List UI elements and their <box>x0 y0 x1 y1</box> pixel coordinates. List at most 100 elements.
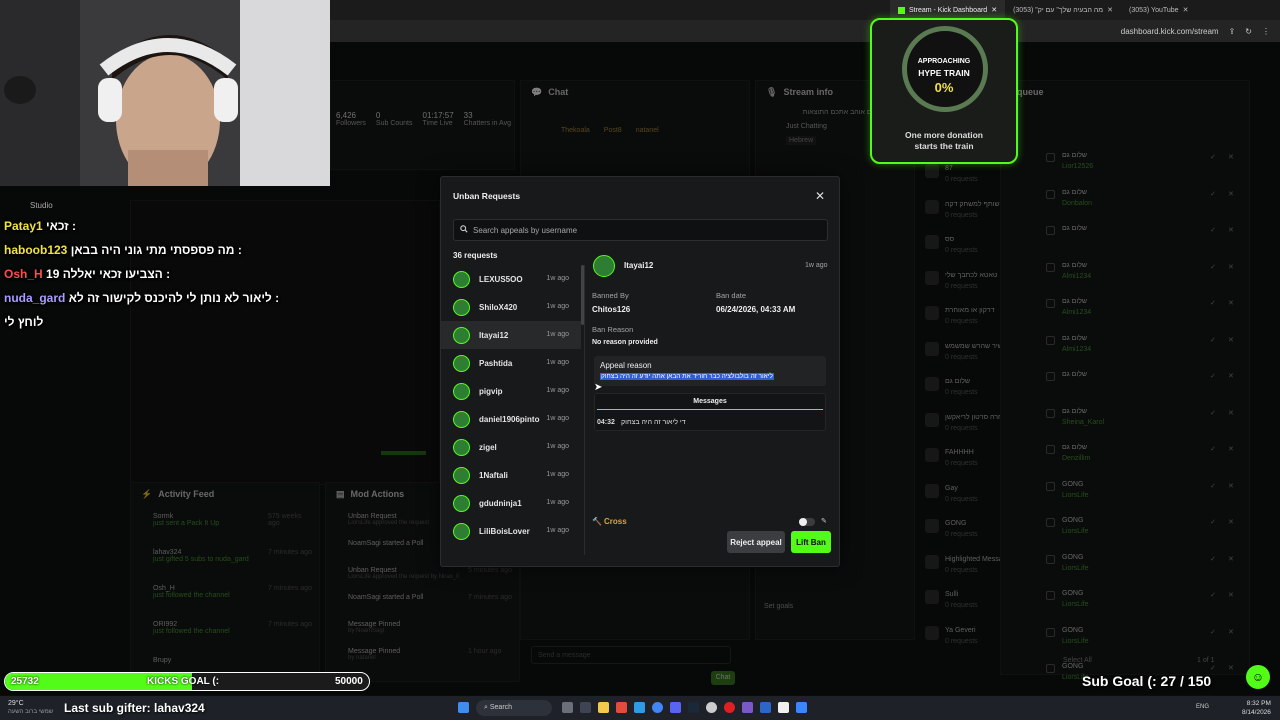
clock[interactable]: 8:32 PM 8/14/2026 <box>1242 699 1271 717</box>
last-sub-gifter: Last sub gifter: lahav324 <box>64 701 205 715</box>
studio-label: Studio <box>30 201 53 210</box>
tab-youtube-1[interactable]: (3053) "מה הבעיה שלך" עם יק ✕ <box>1005 0 1121 20</box>
youtube-icon[interactable] <box>724 702 735 713</box>
kicks-label: KICKS GOAL (: <box>147 676 220 687</box>
chrome-icon[interactable] <box>652 702 663 713</box>
app-icon[interactable] <box>742 702 753 713</box>
kicks-current: 25732 <box>11 676 39 687</box>
request-username: gdudninja1 <box>479 499 522 508</box>
file-explorer-icon[interactable] <box>598 702 609 713</box>
request-username: pigvip <box>479 387 503 396</box>
share-icon[interactable]: ⇪ <box>1229 27 1236 36</box>
request-list[interactable]: LEXUS5OO 1w ago ShiloX420 1w ago Itayai12 1w … <box>441 265 583 555</box>
request-time: 1w ago <box>546 331 569 338</box>
edge-icon[interactable] <box>634 702 645 713</box>
chat-fab-icon[interactable]: ☺ <box>1246 665 1270 689</box>
switch-knob <box>799 518 807 526</box>
request-list-item[interactable]: daniel1906pinto 1w ago <box>441 405 581 433</box>
appeal-reason-label: Appeal reason <box>600 361 652 370</box>
kicks-goal-bar: 25732 KICKS GOAL (: 50000 <box>4 672 370 691</box>
avatar <box>453 271 470 288</box>
hype-percent: 0% <box>934 80 954 95</box>
tab-label: (3053) "מה הבעיה שלך" עם יק <box>1013 6 1104 14</box>
request-list-item[interactable]: LiliBoisLover 1w ago <box>441 517 581 545</box>
cross-switch[interactable] <box>799 518 815 526</box>
overlay-chat-user: nuda_gard <box>4 291 66 305</box>
search-field[interactable] <box>453 219 828 241</box>
tab-close-icon[interactable]: ✕ <box>1183 6 1189 14</box>
overlay-chat-user: Pataу1 <box>4 219 43 233</box>
app-icon[interactable] <box>778 702 789 713</box>
request-username: Pashtida <box>479 359 513 368</box>
request-list-item[interactable]: Itayai12 1w ago <box>441 321 581 349</box>
request-list-item[interactable]: LEXUS5OO 1w ago <box>441 265 581 293</box>
avatar <box>453 495 470 512</box>
browser-tab-bar: Stream - Kick Dashboard ✕ (3053) "מה הבע… <box>330 0 1280 20</box>
messages-box: Messages 04:32 די ליאור זה היה בצחוק <box>594 393 826 431</box>
request-time: 1w ago <box>546 443 569 450</box>
request-time: 1w ago <box>546 527 569 534</box>
tab-close-icon[interactable]: ✕ <box>991 6 997 14</box>
overlay-chat-message: לוחץ לי <box>4 315 43 329</box>
widgets-icon[interactable] <box>580 702 591 713</box>
cross-label: Cross <box>603 517 627 526</box>
taskbar-search-label: Search <box>489 704 513 711</box>
overlay-chat-text: : זכאי <box>46 219 76 233</box>
avatar <box>453 299 470 316</box>
avatar <box>453 327 470 344</box>
overlay-chat-user: haboob123 <box>4 243 68 257</box>
overlay-chat-text: : מה פספסתי מתי גוני היה בבאן <box>70 243 242 257</box>
app-icon[interactable] <box>760 702 771 713</box>
kick-favicon-icon <box>898 6 905 14</box>
request-username: LEXUS5OO <box>479 275 523 284</box>
request-time: 1w ago <box>546 359 569 366</box>
messages-underline <box>597 409 823 410</box>
discord-icon[interactable] <box>670 702 681 713</box>
request-list-item[interactable]: 1Naftali 1w ago <box>441 461 581 489</box>
avatar <box>453 383 470 400</box>
request-list-item[interactable]: pigvip 1w ago <box>441 377 581 405</box>
request-list-item[interactable]: ShiloX420 1w ago <box>441 293 581 321</box>
ban-date-label: Ban date <box>716 291 747 300</box>
detail-username[interactable]: Itayai12 <box>624 261 653 270</box>
weather-widget[interactable]: 29°C שמשי ברוב השעה <box>8 700 53 716</box>
language-indicator[interactable]: ENG <box>1196 704 1209 710</box>
search-icon <box>460 225 468 235</box>
search-input[interactable] <box>473 225 793 235</box>
appeal-reason-text[interactable]: ליאור זה בולבולציה כבר חוריד את הבאן אתה… <box>600 373 774 380</box>
tab-kick-dashboard[interactable]: Stream - Kick Dashboard ✕ <box>890 0 1006 20</box>
request-list-item[interactable]: gdudninja1 1w ago <box>441 489 581 517</box>
url-text[interactable]: dashboard.kick.com/stream <box>1121 27 1219 36</box>
task-view-icon[interactable] <box>562 702 573 713</box>
avatar <box>453 467 470 484</box>
edit-icon[interactable]: ✎ <box>821 517 827 525</box>
obs-icon[interactable] <box>706 702 717 713</box>
app-icon[interactable] <box>796 702 807 713</box>
close-icon[interactable]: ✕ <box>815 189 825 203</box>
hype-line1: APPROACHING <box>917 58 971 65</box>
tab-close-icon[interactable]: ✕ <box>1107 6 1113 14</box>
menu-icon[interactable]: ⋮ <box>1262 27 1270 36</box>
reload-icon[interactable]: ↻ <box>1245 27 1252 36</box>
ban-reason-label: Ban Reason <box>592 325 634 334</box>
message-text: די ליאור זה היה בצחוק <box>621 419 686 426</box>
taskbar-search[interactable]: ⌕ Search <box>476 700 552 716</box>
weather-desc: שמשי ברוב השעה <box>8 709 54 715</box>
steam-icon[interactable] <box>688 702 699 713</box>
url-bar[interactable]: dashboard.kick.com/stream ⇪ ↻ ⋮ <box>330 20 1280 42</box>
app-icon[interactable] <box>616 702 627 713</box>
request-username: ShiloX420 <box>479 303 518 312</box>
request-list-item[interactable]: Pashtida 1w ago <box>441 349 581 377</box>
appeal-detail: Itayai12 1w ago Banned By Chitos126 Ban … <box>591 253 831 563</box>
request-list-scrollbar[interactable] <box>581 265 584 325</box>
lift-ban-button[interactable]: Lift Ban <box>791 531 831 553</box>
sub-goal-text: Sub Goal (: 27 / 150 <box>1082 673 1212 689</box>
start-icon[interactable] <box>458 702 469 713</box>
request-time: 1w ago <box>546 303 569 310</box>
request-list-item[interactable]: zigel 1w ago <box>441 433 581 461</box>
cross-toggle[interactable]: 🔨 Cross <box>592 517 627 526</box>
windows-taskbar: 29°C שמשי ברוב השעה Last sub gifter: lah… <box>0 696 1280 720</box>
messages-label: Messages <box>693 398 727 405</box>
reject-appeal-button[interactable]: Reject appeal <box>727 531 785 553</box>
tab-youtube-2[interactable]: (3053) YouTube ✕ <box>1121 0 1196 20</box>
